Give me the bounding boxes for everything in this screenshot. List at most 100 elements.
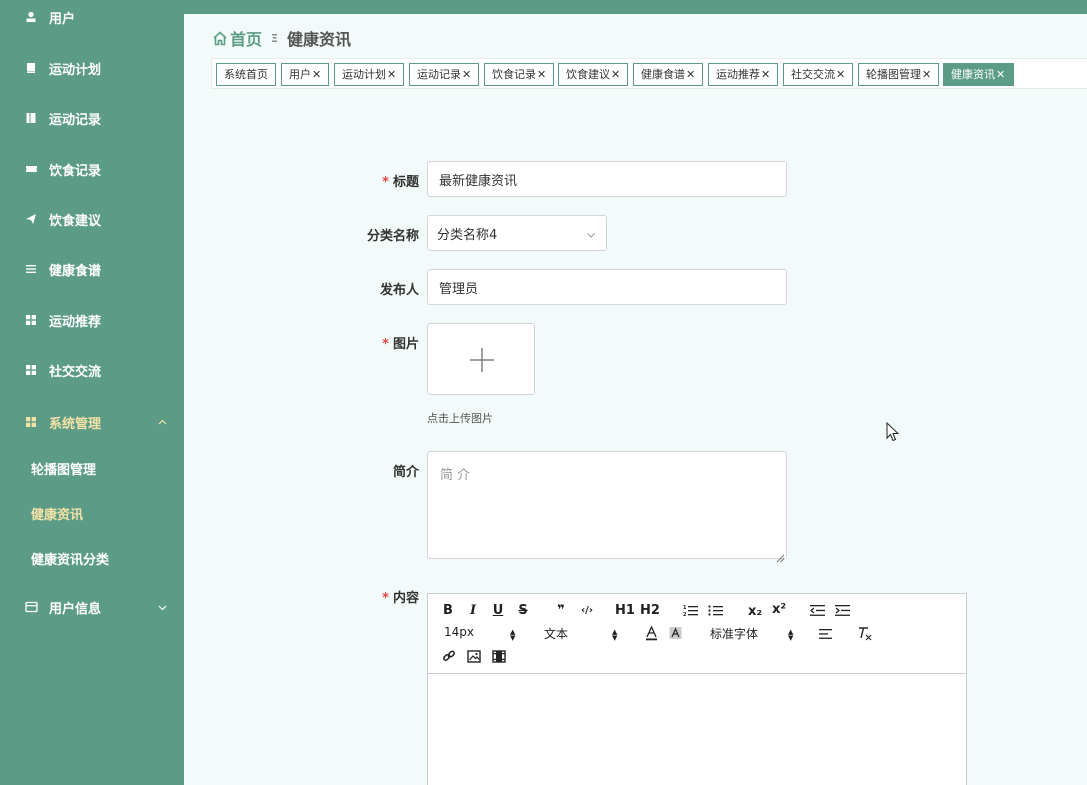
close-icon[interactable]: ✕ (836, 68, 845, 81)
image-label: * 图片 (382, 333, 419, 352)
ordered-list-icon[interactable]: 12 (682, 603, 698, 617)
user-icon (24, 10, 38, 24)
bold-button[interactable]: B (441, 602, 455, 618)
close-icon[interactable]: ✕ (387, 68, 396, 81)
bullet-list-icon[interactable] (707, 603, 723, 617)
tab-label: 饮食建议 (566, 68, 610, 81)
title-input[interactable]: 最新健康资讯 (427, 161, 787, 197)
breadcrumb-separator: Ξ (271, 31, 278, 45)
link-icon[interactable] (441, 648, 457, 664)
close-icon[interactable]: ✕ (611, 68, 620, 81)
tab-diet-record[interactable]: 饮食记录✕ (484, 63, 554, 86)
header-1-button[interactable]: H1 (615, 602, 635, 618)
publisher-input[interactable]: 管理员 (427, 269, 787, 305)
video-icon[interactable] (491, 648, 507, 664)
align-icon[interactable] (818, 627, 834, 641)
italic-button[interactable]: I (466, 602, 480, 618)
tab-carousel[interactable]: 轮播图管理✕ (858, 63, 939, 86)
tab-user[interactable]: 用户✕ (281, 63, 329, 86)
sidebar-item-diet-record[interactable]: 饮食记录 (0, 155, 184, 183)
sidebar-item-label: 用户 (49, 11, 76, 27)
sidebar-item-label: 运动推荐 (49, 314, 102, 330)
close-icon[interactable]: ✕ (686, 68, 695, 81)
font-family-value: 标准字体 (710, 627, 759, 641)
sidebar-item-user-info[interactable]: 用户信息 (0, 593, 184, 621)
sidebar-subitem-health-news[interactable]: 健康资讯 (0, 500, 184, 526)
sidebar-item-label: 饮食记录 (49, 163, 102, 179)
font-size-value: 14px (444, 625, 474, 639)
sidebar-item-social[interactable]: 社交交流 (0, 356, 184, 384)
tabs-bar: 系统首页 用户✕ 运动计划✕ 运动记录✕ 饮食记录✕ 饮食建议✕ 健康食谱✕ 运… (211, 58, 1087, 89)
clear-format-icon[interactable] (856, 625, 872, 641)
resize-grip-icon[interactable] (776, 548, 785, 563)
tab-diet-advice[interactable]: 饮食建议✕ (558, 63, 628, 86)
image-upload[interactable] (427, 323, 535, 395)
subscript-button[interactable]: x₂ (746, 602, 764, 620)
card-icon (24, 600, 38, 614)
close-icon[interactable]: ✕ (537, 68, 546, 81)
sidebar-item-exercise-plan[interactable]: 运动计划 (0, 54, 184, 82)
font-size-picker[interactable]: 14px ▲ ▼ (444, 625, 520, 642)
sidebar-subitem-health-news-category[interactable]: 健康资讯分类 (0, 545, 184, 571)
outdent-icon[interactable] (809, 603, 825, 617)
sidebar-item-label: 运动记录 (49, 112, 102, 128)
tab-exercise-plan[interactable]: 运动计划✕ (334, 63, 404, 86)
tab-label: 系统首页 (224, 68, 268, 81)
image-icon[interactable] (466, 648, 482, 664)
code-block-button[interactable]: ‹/› (578, 602, 596, 618)
background-color-icon[interactable] (668, 625, 682, 641)
breadcrumb-home[interactable]: 首页 (212, 26, 262, 50)
updown-arrows-icon: ▲ ▼ (510, 628, 516, 642)
tab-exercise-record[interactable]: 运动记录✕ (409, 63, 479, 86)
updown-arrows-icon: ▲ ▼ (612, 628, 618, 642)
strike-button[interactable]: S (516, 602, 530, 618)
close-icon[interactable]: ✕ (312, 68, 321, 81)
font-family-picker[interactable]: 标准字体 ▲ ▼ (710, 625, 798, 642)
sidebar-item-label: 社交交流 (49, 364, 102, 380)
tab-label: 运动记录 (417, 68, 461, 81)
tab-label: 健康资讯 (951, 68, 995, 81)
close-icon[interactable]: ✕ (462, 68, 471, 81)
tab-label: 健康食谱 (641, 68, 685, 81)
tab-label: 运动推荐 (716, 68, 760, 81)
tab-label: 饮食记录 (492, 68, 536, 81)
sidebar-item-user[interactable]: 用户 (0, 3, 184, 31)
tab-system-home[interactable]: 系统首页 (216, 63, 276, 86)
tab-social[interactable]: 社交交流✕ (783, 63, 853, 86)
sidebar-item-healthy-recipes[interactable]: 健康食谱 (0, 255, 184, 283)
breadcrumb-current: 健康资讯 (286, 30, 351, 49)
close-icon[interactable]: ✕ (922, 68, 931, 81)
editor-content-area[interactable] (428, 675, 966, 785)
blockquote-button[interactable]: ❞ (553, 602, 569, 618)
category-select[interactable]: 分类名称4 (427, 215, 607, 251)
grid-icon (24, 363, 38, 377)
sidebar-subitem-carousel[interactable]: 轮播图管理 (0, 455, 184, 481)
mouse-pointer-icon (886, 421, 900, 446)
breadcrumb: 首页 Ξ 健康资讯 (212, 26, 351, 50)
sidebar-item-diet-advice[interactable]: 饮食建议 (0, 205, 184, 233)
sidebar-item-exercise-recommend[interactable]: 运动推荐 (0, 306, 184, 334)
indent-icon[interactable] (834, 603, 850, 617)
tab-healthy-recipes[interactable]: 健康食谱✕ (633, 63, 703, 86)
category-label: 分类名称 (367, 225, 419, 244)
superscript-button[interactable]: x² (770, 600, 788, 618)
sidebar-item-exercise-record[interactable]: 运动记录 (0, 104, 184, 132)
text-color-icon[interactable] (644, 625, 658, 641)
title-value: 最新健康资讯 (439, 173, 518, 189)
tab-label: 用户 (289, 68, 311, 81)
required-mark: * (382, 337, 389, 352)
content-label: * 内容 (382, 587, 419, 606)
intro-textarea[interactable]: 简 介 (427, 451, 787, 563)
tab-health-news[interactable]: 健康资讯✕ (943, 63, 1014, 86)
header-2-button[interactable]: H2 (640, 602, 660, 618)
tab-exercise-recommend[interactable]: 运动推荐✕ (708, 63, 778, 86)
grid-icon (24, 313, 38, 327)
send-icon (24, 212, 38, 226)
book-icon (24, 61, 38, 75)
close-icon[interactable]: ✕ (761, 68, 770, 81)
underline-button[interactable]: U (491, 602, 505, 618)
sidebar-item-system-management[interactable]: 系统管理 (0, 408, 184, 436)
grid-icon (24, 415, 38, 429)
close-icon[interactable]: ✕ (996, 68, 1005, 81)
header-picker[interactable]: 文本 ▲ ▼ (544, 625, 620, 642)
